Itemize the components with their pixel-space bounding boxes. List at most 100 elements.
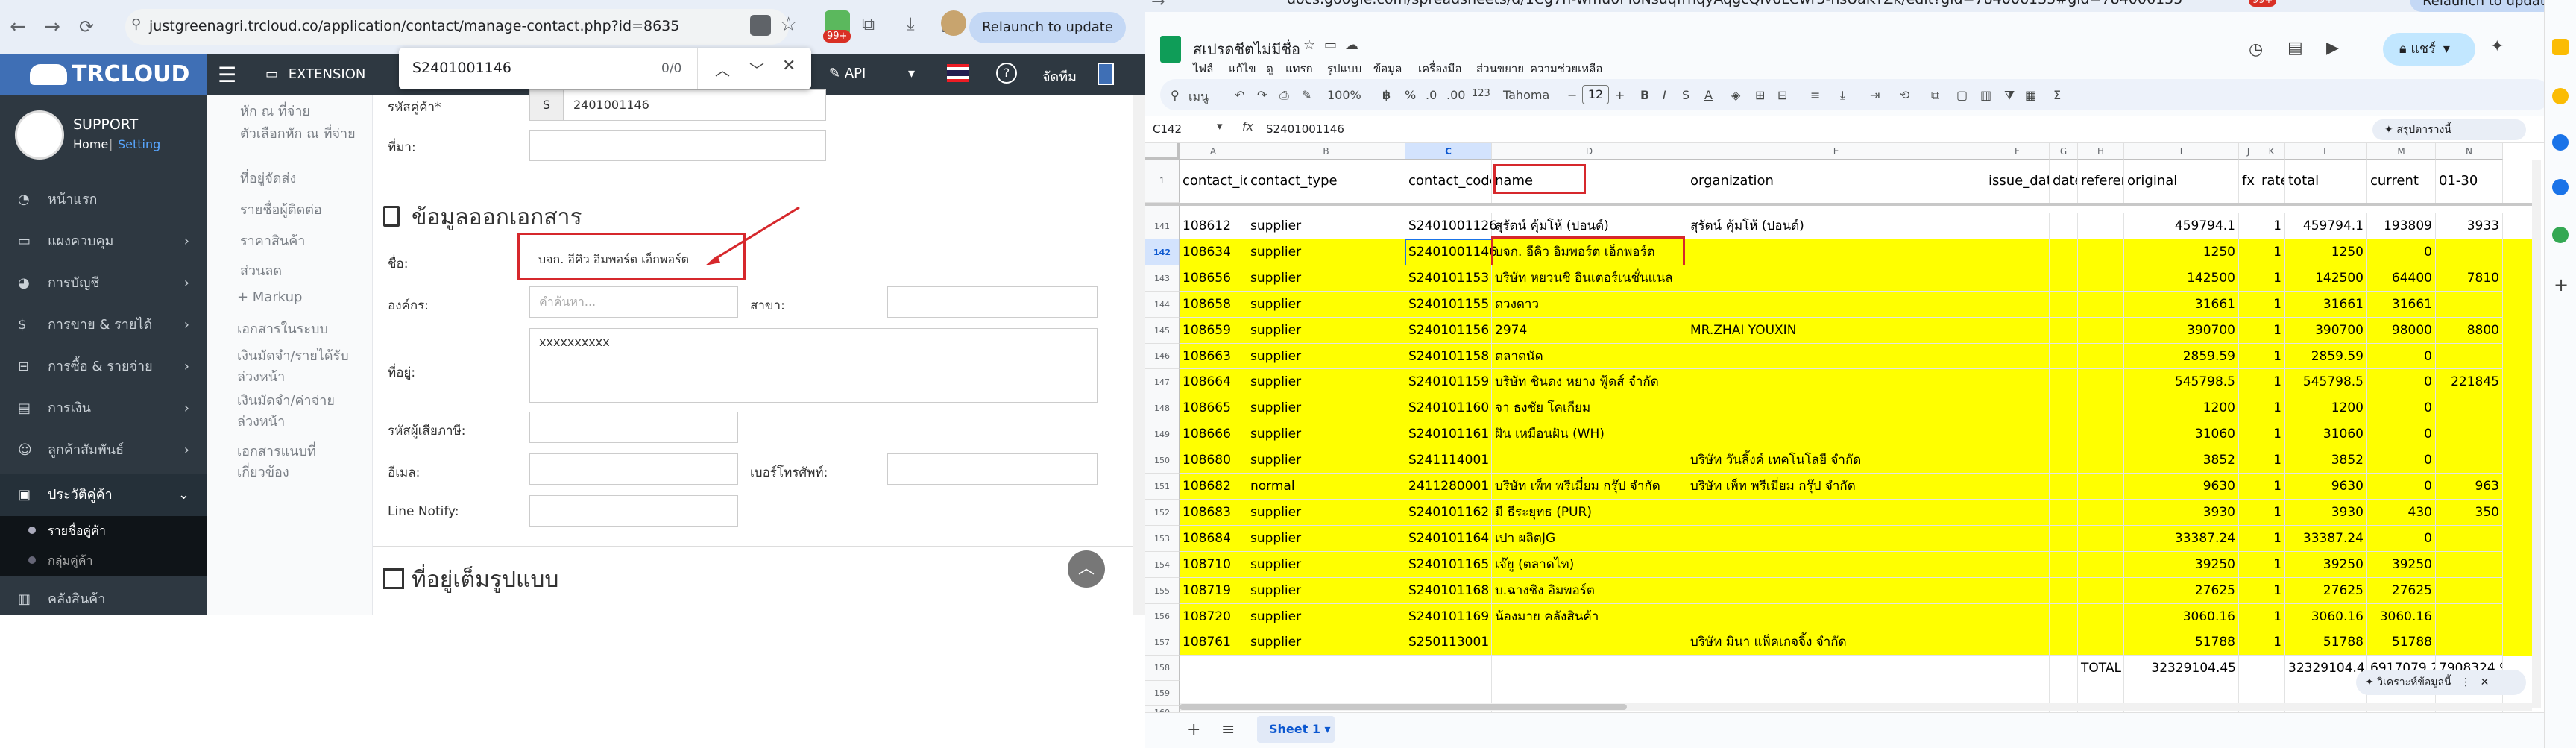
menu-insert[interactable]: แทรก: [1285, 60, 1313, 78]
submenu-item[interactable]: ตัวเลือกหัก ณ ที่จ่าย: [240, 122, 356, 144]
grid-cell[interactable]: 1: [2258, 474, 2285, 500]
column-header-n[interactable]: N: [2436, 143, 2503, 160]
grid-cell[interactable]: 7810: [2436, 265, 2503, 292]
header-cell-date[interactable]: date: [2050, 160, 2078, 204]
grid-cell[interactable]: [2436, 292, 2503, 318]
grid-cell[interactable]: [2436, 239, 2503, 265]
font-select[interactable]: Tahoma: [1503, 88, 1549, 102]
grid-cell[interactable]: [2050, 578, 2078, 604]
menu-data[interactable]: ข้อมูล: [1373, 60, 1402, 78]
menu-extensions[interactable]: ส่วนขยาย: [1476, 60, 1524, 78]
grid-cell[interactable]: [2436, 421, 2503, 447]
grid-cell[interactable]: [2078, 213, 2124, 239]
header-cell-issue-date[interactable]: issue_date: [1985, 160, 2050, 204]
grid-cell[interactable]: 0: [2367, 447, 2436, 474]
column-header-a[interactable]: A: [1180, 143, 1247, 160]
grid-cell[interactable]: 1: [2258, 604, 2285, 629]
grid-cell[interactable]: supplier: [1247, 552, 1405, 578]
add-addon-icon[interactable]: +: [2554, 274, 2569, 295]
grid-cell[interactable]: [1687, 552, 1985, 578]
grid-cell[interactable]: [2078, 604, 2124, 629]
phone-input[interactable]: [887, 453, 1098, 485]
submenu-item[interactable]: เอกสารแนบที่เกี่ยวข้อง: [237, 441, 341, 483]
grid-cell[interactable]: [1492, 629, 1687, 656]
grid-cell[interactable]: 39250: [2124, 552, 2239, 578]
grid-cell[interactable]: 27625: [2124, 578, 2239, 604]
grid-cell[interactable]: [2239, 395, 2258, 421]
menu-view[interactable]: ดู: [1266, 60, 1273, 78]
share-button[interactable]: 🔒︎ แชร์ ▾: [2383, 33, 2475, 66]
grid-cell[interactable]: 27625: [2285, 578, 2367, 604]
grid-cell[interactable]: S240101169: [1405, 604, 1492, 629]
profile-avatar[interactable]: [941, 10, 966, 36]
grid-cell[interactable]: supplier: [1247, 292, 1405, 318]
grid-cell[interactable]: 108634: [1180, 239, 1247, 265]
relaunch-button[interactable]: Relaunch to update: [2410, 0, 2566, 12]
puzzle-icon[interactable]: ⧉: [862, 13, 875, 34]
branch-input[interactable]: [887, 286, 1098, 318]
grid-scrollbar[interactable]: [2532, 160, 2541, 708]
calendar-icon[interactable]: [2552, 39, 2569, 55]
grid-cell[interactable]: [2078, 552, 2124, 578]
grid-cell[interactable]: S240101164: [1405, 526, 1492, 552]
grid-cell[interactable]: [2239, 318, 2258, 344]
grid-cell[interactable]: เจ๊ยู (ตลาดไท): [1492, 552, 1687, 578]
grid-cell[interactable]: บริษัท เพ็ท พรีเมี่ยม กรุ๊ป จำกัด: [1492, 474, 1687, 500]
notebook-icon[interactable]: [1098, 63, 1114, 85]
grid-cell[interactable]: [1687, 604, 1985, 629]
fill-color-icon[interactable]: ◈: [1731, 88, 1740, 102]
grid-cell[interactable]: 1: [2258, 292, 2285, 318]
translate-icon[interactable]: [750, 15, 771, 36]
text-color-icon[interactable]: A: [1704, 88, 1713, 102]
grid-cell[interactable]: 31060: [2124, 421, 2239, 447]
grid-cell[interactable]: [1687, 421, 1985, 447]
font-increase-icon[interactable]: +: [1615, 88, 1625, 102]
grid-cell[interactable]: normal: [1247, 474, 1405, 500]
row-header[interactable]: [1145, 206, 1180, 213]
grid-cell[interactable]: 2411280001: [1405, 474, 1492, 500]
grid-cell[interactable]: 51788: [2124, 629, 2239, 656]
grid-cell[interactable]: บริษัท หยวนชิ อินเตอร์เนชั่นแนล: [1492, 265, 1687, 292]
grid-cell[interactable]: [2050, 265, 2078, 292]
sidebar-item-sales[interactable]: $ การขาย & รายได้ ›: [0, 304, 207, 346]
grid-cell[interactable]: [2078, 526, 2124, 552]
grid-cell[interactable]: [2050, 500, 2078, 526]
grid-cell[interactable]: S240101159: [1405, 369, 1492, 395]
grid-cell[interactable]: S240101155: [1405, 292, 1492, 318]
grid-cell[interactable]: บ.ฉางชิง อิมพอร์ต: [1492, 578, 1687, 604]
total-original[interactable]: 32329104.45: [2124, 656, 2239, 681]
grid-cell[interactable]: [2078, 344, 2124, 369]
grid-cell[interactable]: S240101156: [1405, 318, 1492, 344]
grid-cell[interactable]: 459794.1: [2124, 213, 2239, 239]
grid-cell[interactable]: 1200: [2124, 395, 2239, 421]
select-all-corner[interactable]: [1145, 143, 1180, 160]
row-header[interactable]: 145: [1145, 318, 1180, 344]
grid-cell[interactable]: [1985, 629, 2050, 656]
row-header[interactable]: 150: [1145, 447, 1180, 474]
grid-cell[interactable]: [2239, 369, 2258, 395]
grid-cell[interactable]: 1: [2258, 421, 2285, 447]
grid-cell[interactable]: บริษัท ชินดง หยาง ฟู้ดส์ จำกัด: [1492, 369, 1687, 395]
keep-icon[interactable]: [2552, 88, 2569, 104]
grid-cell[interactable]: [2050, 474, 2078, 500]
grid-cell[interactable]: [2078, 578, 2124, 604]
menu-format[interactable]: รูปแบบ: [1327, 60, 1361, 78]
grid-cell[interactable]: [2239, 629, 2258, 656]
header-cell-organization[interactable]: organization: [1687, 160, 1985, 204]
column-header-e[interactable]: E: [1687, 143, 1985, 160]
grid-cell[interactable]: supplier: [1247, 447, 1405, 474]
grid-cell[interactable]: S240101165: [1405, 552, 1492, 578]
grid-cell[interactable]: [1985, 500, 2050, 526]
grid-cell[interactable]: 3933: [2436, 213, 2503, 239]
tax-input[interactable]: [529, 412, 738, 443]
grid-cell[interactable]: 1: [2258, 578, 2285, 604]
menu-search-label[interactable]: เมนู: [1188, 88, 1209, 107]
grid-cell[interactable]: supplier: [1247, 239, 1405, 265]
relaunch-button[interactable]: Relaunch to update: [969, 12, 1126, 43]
grid-cell[interactable]: 0: [2367, 395, 2436, 421]
grid-cell[interactable]: 1: [2258, 526, 2285, 552]
bold-icon[interactable]: B: [1640, 88, 1649, 102]
help-icon[interactable]: ?: [996, 63, 1017, 84]
grid-cell[interactable]: 545798.5: [2124, 369, 2239, 395]
grid-cell[interactable]: 1: [2258, 395, 2285, 421]
